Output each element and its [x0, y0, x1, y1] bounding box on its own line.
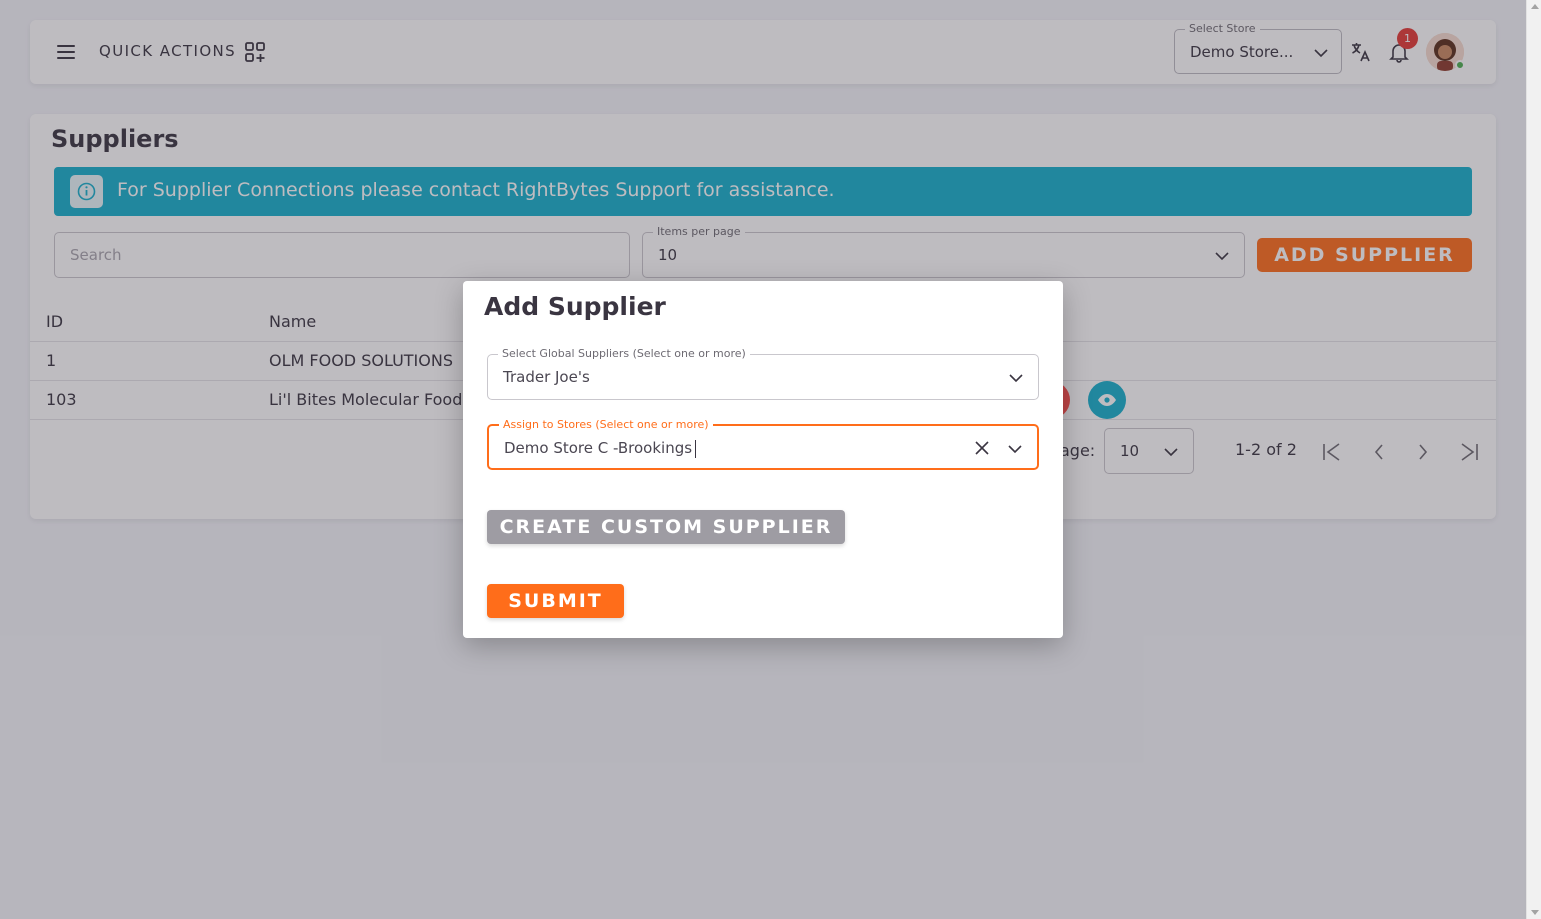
- dialog-title: Add Supplier: [484, 292, 666, 321]
- assign-stores-value: Demo Store C -Brookings: [504, 439, 693, 457]
- global-suppliers-legend: Select Global Suppliers (Select one or m…: [498, 347, 750, 360]
- create-custom-supplier-button[interactable]: CREATE CUSTOM SUPPLIER: [487, 510, 845, 544]
- global-suppliers-value: Trader Joe's: [503, 368, 590, 386]
- assign-stores-value-wrap: Demo Store C -Brookings: [504, 439, 697, 458]
- scroll-up-arrow-icon[interactable]: [1531, 4, 1539, 9]
- add-supplier-dialog: Add Supplier Select Global Suppliers (Se…: [463, 281, 1063, 638]
- global-suppliers-select[interactable]: Select Global Suppliers (Select one or m…: [487, 347, 1039, 400]
- submit-button[interactable]: SUBMIT: [487, 584, 624, 618]
- close-icon[interactable]: [973, 439, 991, 457]
- chevron-down-icon[interactable]: [1007, 441, 1023, 457]
- app-page: QUICK ACTIONS Select Store Demo Store...…: [0, 0, 1526, 919]
- page-scrollbar[interactable]: [1526, 0, 1541, 919]
- assign-stores-legend: Assign to Stores (Select one or more): [499, 418, 713, 431]
- chevron-down-icon: [1009, 374, 1023, 383]
- assign-stores-select[interactable]: Assign to Stores (Select one or more) De…: [487, 418, 1039, 470]
- scroll-down-arrow-icon[interactable]: [1531, 910, 1539, 915]
- text-caret: [695, 439, 697, 458]
